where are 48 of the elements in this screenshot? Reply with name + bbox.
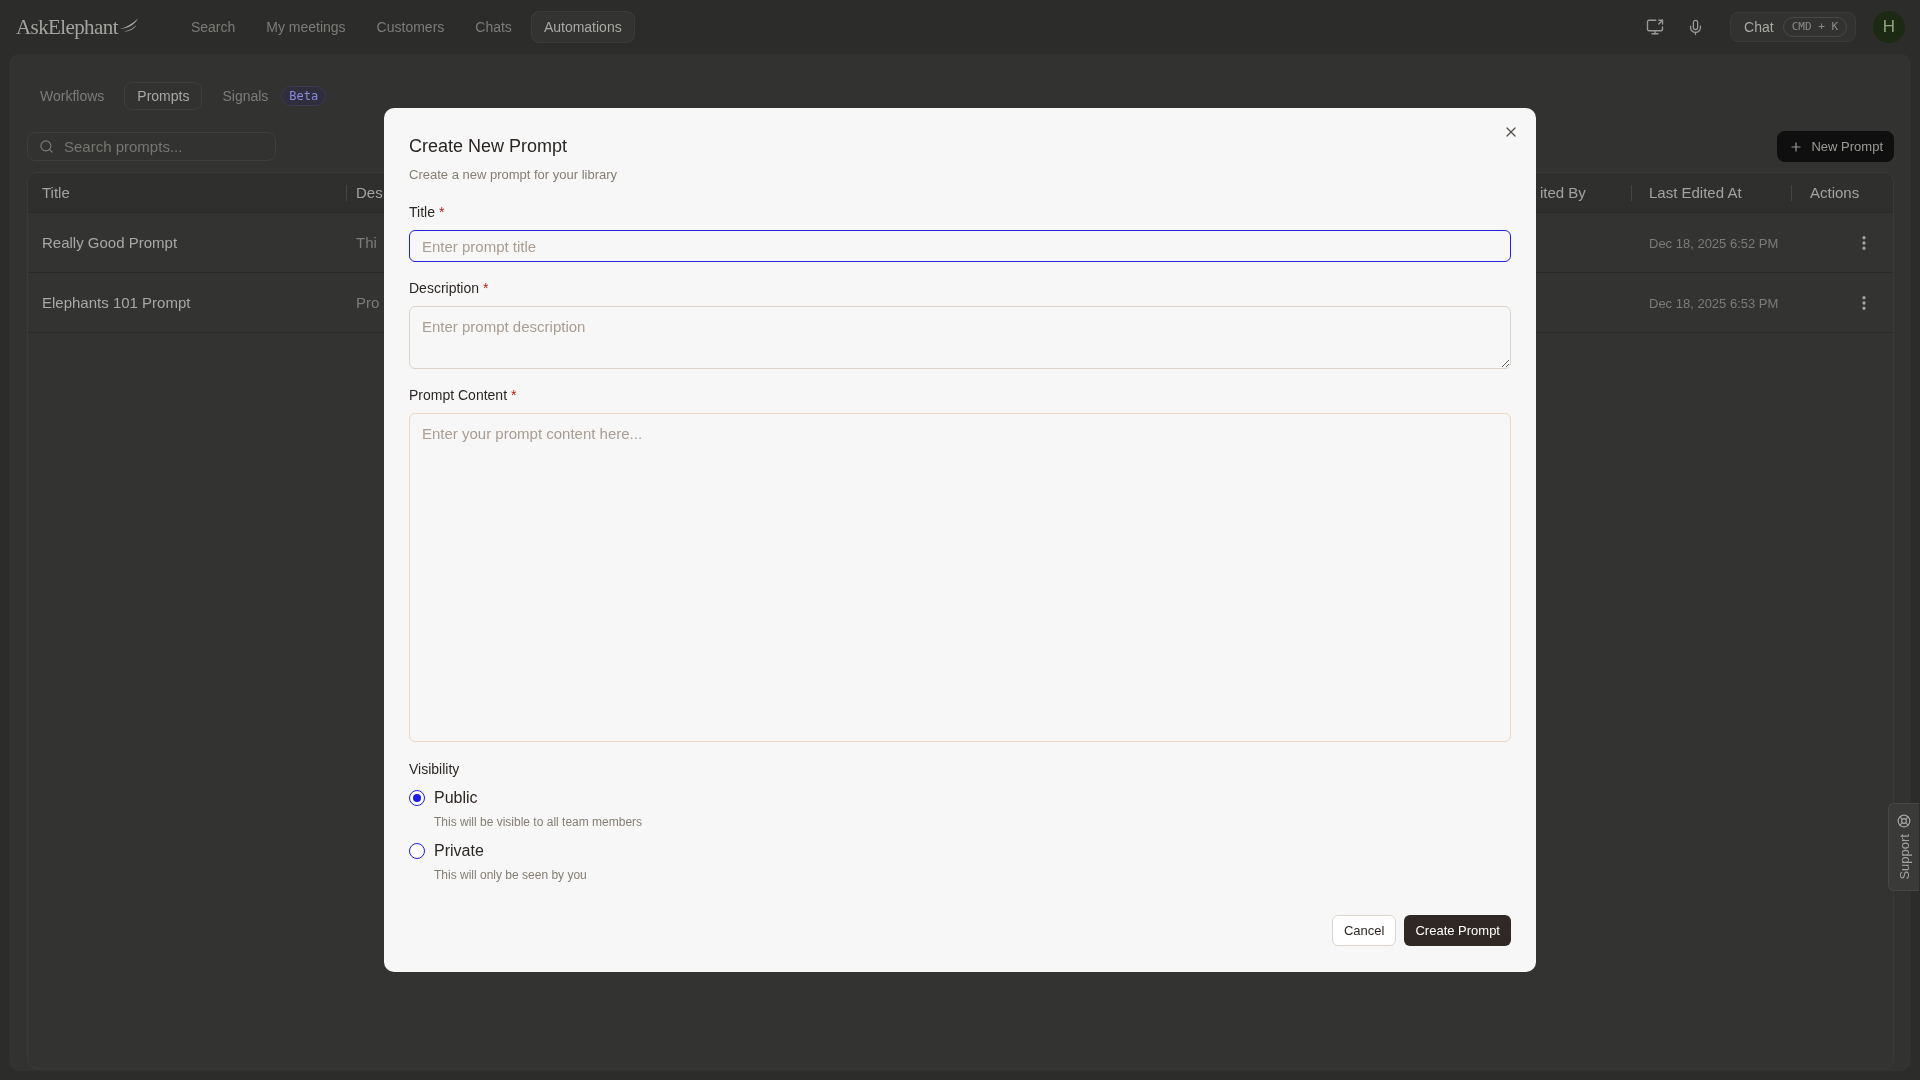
nav-link[interactable]: My meetings (254, 11, 358, 43)
radio-button[interactable] (409, 843, 425, 859)
description-text: Pro (356, 293, 380, 311)
nav-link[interactable]: Customers (364, 11, 457, 43)
chat-button[interactable]: Chat CMD + K (1730, 12, 1856, 42)
text-area[interactable]: Enter your prompt content here... (409, 413, 1511, 742)
option-label: Private (434, 841, 484, 861)
prompt-title: Elephants 101 Prompt (42, 293, 191, 311)
swoosh-icon (118, 18, 139, 32)
radio-button[interactable] (409, 790, 425, 806)
description-text: Thi (356, 233, 377, 251)
field-label: Title * (409, 203, 445, 222)
dialog-title: Create New Prompt (409, 135, 568, 158)
search-icon (39, 139, 54, 154)
date-text: Dec 18, 2025 6:53 PM (1649, 295, 1779, 311)
text-area[interactable]: Enter prompt description (409, 306, 1511, 369)
option-label: Public (434, 788, 478, 808)
screen-share-icon[interactable] (1646, 18, 1665, 36)
field-label: Prompt Content * (409, 386, 517, 405)
plus-icon (1789, 139, 1804, 154)
nav-link[interactable]: Search (178, 11, 248, 43)
create-button[interactable]: Create Prompt (1404, 915, 1511, 946)
cancel-button[interactable]: Cancel (1332, 915, 1397, 946)
text-input[interactable]: Enter prompt title (409, 230, 1511, 262)
dialog-subtitle: Create a new prompt for your library (409, 166, 618, 184)
lifebuoy-icon (1897, 814, 1911, 828)
prompt-title: Really Good Prompt (42, 233, 178, 251)
column-header: Des (356, 182, 383, 203)
search-field[interactable]: Search prompts... (27, 132, 276, 161)
column-header: ited By (1540, 182, 1586, 203)
tab[interactable]: Workflows (27, 82, 118, 110)
date-text: Dec 18, 2025 6:52 PM (1649, 235, 1779, 251)
column-header: Actions (1810, 182, 1860, 203)
column-header: Title (42, 182, 70, 203)
tab[interactable]: Prompts (124, 82, 203, 110)
new-prompt-button[interactable]: New Prompt (1777, 131, 1894, 162)
user-avatar[interactable]: H (1873, 11, 1905, 43)
beta-badge: Beta (281, 86, 327, 106)
column-header: Last Edited At (1649, 182, 1742, 203)
tab[interactable]: Signals (209, 82, 282, 110)
logo-wordmark: AskElephant (16, 14, 118, 40)
field-label: Description * (409, 279, 489, 298)
option-hint: This will be visible to all team members (434, 814, 643, 830)
nav-link[interactable]: Chats (463, 11, 524, 43)
support-tab[interactable]: Support (1888, 803, 1919, 891)
nav-link[interactable]: Automations (530, 11, 635, 43)
visibility-label: Visibility (409, 760, 460, 779)
option-hint: This will only be seen by you (434, 867, 587, 883)
